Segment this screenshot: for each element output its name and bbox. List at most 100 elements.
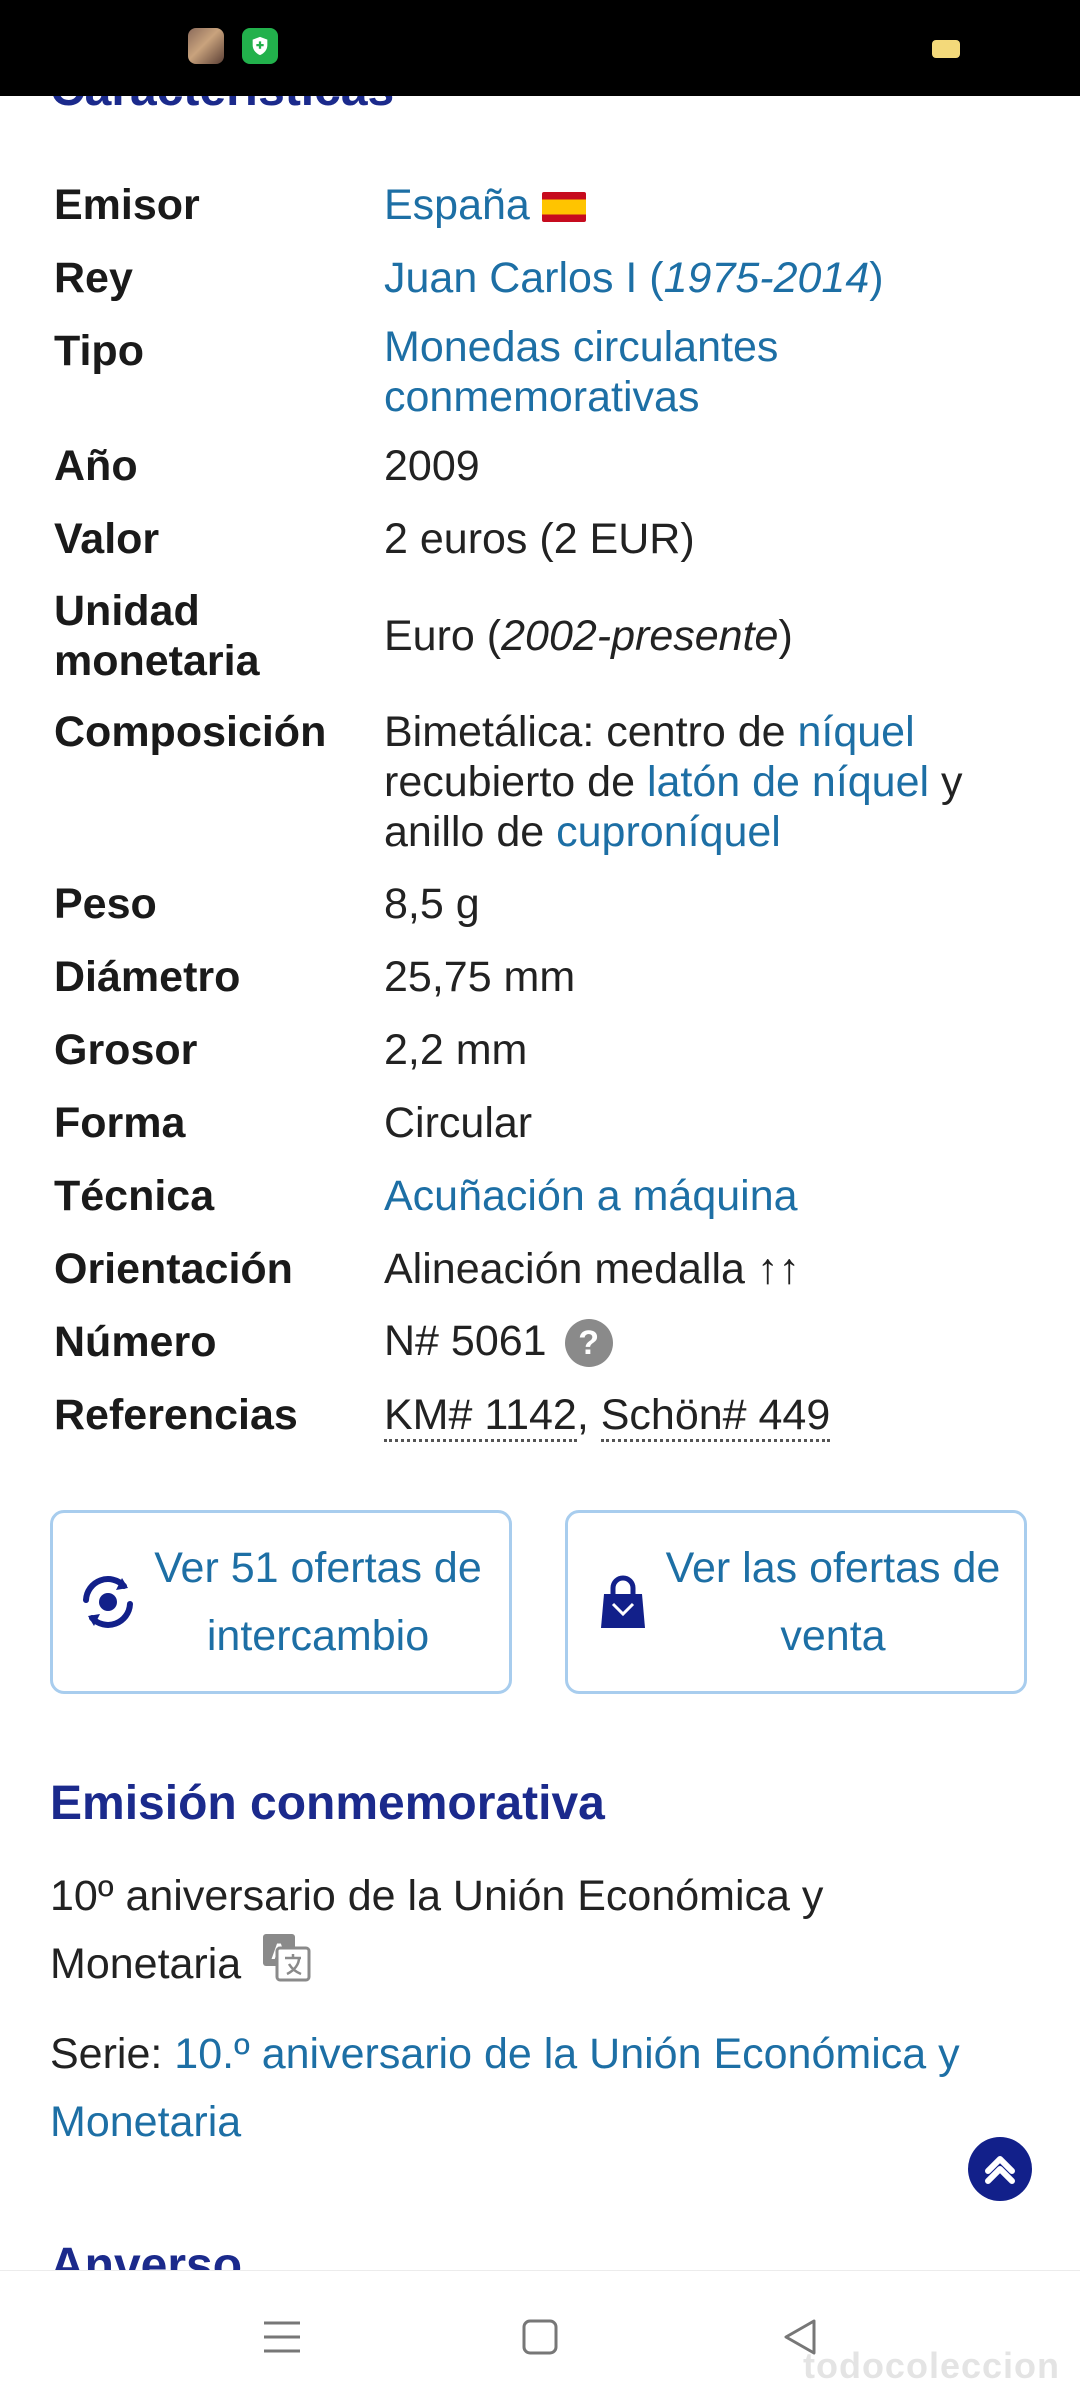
cupronickel-link[interactable]: cuproníquel [556, 808, 781, 856]
spec-label: Orientación [54, 1244, 293, 1293]
spec-value: Alineación medalla ↑↑ [384, 1244, 800, 1293]
spec-row-grosor: Grosor 2,2 mm [54, 1013, 1034, 1086]
spec-row-valor: Valor 2 euros (2 EUR) [54, 502, 1034, 575]
navigation-bar: todocoleccion [0, 2270, 1080, 2401]
currency-name: Euro ( [384, 612, 502, 660]
exchange-offers-label: Ver 51 ofertas de intercambio [143, 1534, 509, 1670]
spec-value: 8,5 g [384, 879, 480, 928]
sale-offers-label: Ver las ofertas de venta [658, 1534, 1024, 1670]
home-square-icon[interactable] [516, 2313, 564, 2361]
label-line: monetaria [54, 637, 260, 685]
reference-km[interactable]: KM# 1142 [384, 1390, 577, 1442]
shield-notification-icon [242, 28, 278, 64]
catalog-number: N# 5061 [384, 1316, 547, 1365]
ruler-link[interactable]: Juan Carlos I (1975-2014) [384, 253, 1034, 303]
spec-row-orientacion: Orientación Alineación medalla ↑↑ [54, 1232, 1034, 1305]
spec-label: Referencias [54, 1390, 298, 1439]
reference-separator: , [576, 1390, 601, 1439]
sale-offers-button[interactable]: Ver las ofertas de venta [565, 1510, 1027, 1694]
spec-label: Peso [54, 879, 157, 928]
composition-text: recubierto de [384, 758, 647, 806]
issuer-link[interactable]: España [384, 181, 530, 229]
spec-row-diametro: Diámetro 25,75 mm [54, 940, 1034, 1013]
reference-schon[interactable]: Schön# 449 [600, 1390, 831, 1442]
button-line: venta [780, 1612, 886, 1660]
spec-row-numero: Número N# 5061? [54, 1305, 1034, 1378]
spec-row-peso: Peso 8,5 g [54, 867, 1034, 940]
spec-row-forma: Forma Circular [54, 1086, 1034, 1159]
page-content: Características Emisor España Rey Juan C… [0, 0, 1080, 2270]
spec-value: 25,75 mm [384, 952, 576, 1001]
spec-label: Técnica [54, 1171, 215, 1220]
series-label: Serie: [50, 2030, 175, 2078]
chevron-up-icon [985, 2156, 1015, 2184]
characteristics-table: Emisor España Rey Juan Carlos I (1975-20… [54, 168, 1034, 1451]
paren: ) [869, 253, 884, 302]
spec-label: Emisor [54, 180, 200, 229]
spec-label: Rey [54, 253, 133, 302]
type-line: conmemorativas [384, 372, 700, 421]
series-link[interactable]: Monetaria [50, 2088, 1010, 2156]
help-icon[interactable]: ? [564, 1319, 613, 1368]
spec-label: Forma [54, 1098, 186, 1147]
obverse-heading: Anverso [50, 2239, 243, 2270]
type-link[interactable]: Monedas circulantes conmemorativas [384, 322, 1034, 422]
spec-row-ano: Año 2009 [54, 429, 1034, 502]
translate-icon[interactable]: A [261, 1932, 311, 2002]
spec-label: Composición [54, 708, 327, 756]
watermark: todocoleccion [802, 2345, 1060, 2386]
spec-value: Circular [384, 1098, 533, 1147]
paren: ) [778, 612, 793, 660]
gallery-notification-icon [188, 28, 224, 64]
button-line: Ver las ofertas de [665, 1544, 1001, 1592]
shopping-bag-icon [588, 1574, 658, 1630]
ruler-years: 1975-2014 [663, 253, 870, 302]
description-line: 10º aniversario de la Unión Económica y [50, 1872, 824, 1920]
type-line: Monedas circulantes [384, 322, 779, 371]
exchange-icon [73, 1574, 143, 1630]
composition-text: y [929, 758, 963, 806]
scroll-to-top-button[interactable] [968, 2137, 1032, 2201]
spec-value: Acuñación a máquina [384, 1171, 1034, 1221]
spec-value: N# 5061? [384, 1316, 1034, 1368]
ruler-name: Juan Carlos I [384, 253, 638, 302]
spec-row-tecnica: Técnica Acuñación a máquina [54, 1159, 1034, 1232]
spec-value: Euro (2002-presente) [384, 611, 1034, 661]
emission-heading: Emisión conmemorativa [50, 1777, 605, 1830]
spec-value: 2 euros (2 EUR) [384, 514, 695, 563]
technique-link[interactable]: Acuñación a máquina [384, 1172, 798, 1220]
button-line: Ver 51 ofertas de [154, 1544, 482, 1592]
emission-description: 10º aniversario de la Unión Económica y … [50, 1862, 1010, 2002]
label-line: Unidad [54, 587, 200, 635]
spec-label: Unidad monetaria [54, 586, 384, 686]
spec-label: Número [54, 1317, 217, 1366]
spec-label: Valor [54, 514, 160, 563]
spec-value: 2,2 mm [384, 1025, 528, 1074]
status-bar [0, 0, 1080, 96]
currency-period: 2002-presente [501, 612, 779, 660]
spec-label: Diámetro [54, 952, 241, 1001]
series-line: Serie: 10.º aniversario de la Unión Econ… [50, 2020, 1010, 2156]
spec-value: Bimetálica: centro de níquel recubierto … [384, 707, 1034, 857]
paren: ( [637, 253, 664, 302]
spec-label: Grosor [54, 1025, 198, 1074]
spec-row-referencias: Referencias KM# 1142, Schön# 449 [54, 1378, 1034, 1451]
spec-value: España [384, 180, 1034, 230]
spec-row-tipo: Tipo Monedas circulantes conmemorativas [54, 314, 1034, 429]
composition-text: anillo de [384, 808, 557, 856]
spec-row-emisor: Emisor España [54, 168, 1034, 241]
nickel-link[interactable]: níquel [797, 708, 914, 756]
spec-value: KM# 1142, Schön# 449 [384, 1390, 1034, 1442]
exchange-offers-button[interactable]: Ver 51 ofertas de intercambio [50, 1510, 512, 1694]
series-link[interactable]: 10.º aniversario de la Unión Económica y [174, 2030, 959, 2078]
spec-label: Año [54, 441, 138, 490]
composition-text: Bimetálica: centro de [384, 708, 798, 756]
spain-flag-icon [541, 192, 586, 223]
spec-row-unidad: Unidad monetaria Euro (2002-presente) [54, 575, 1034, 697]
description-line: Monetaria [50, 1940, 242, 1988]
button-line: intercambio [206, 1612, 430, 1660]
battery-icon [932, 40, 960, 58]
menu-icon[interactable] [258, 2313, 306, 2361]
spec-row-rey: Rey Juan Carlos I (1975-2014) [54, 241, 1034, 314]
nickel-brass-link[interactable]: latón de níquel [647, 758, 929, 806]
